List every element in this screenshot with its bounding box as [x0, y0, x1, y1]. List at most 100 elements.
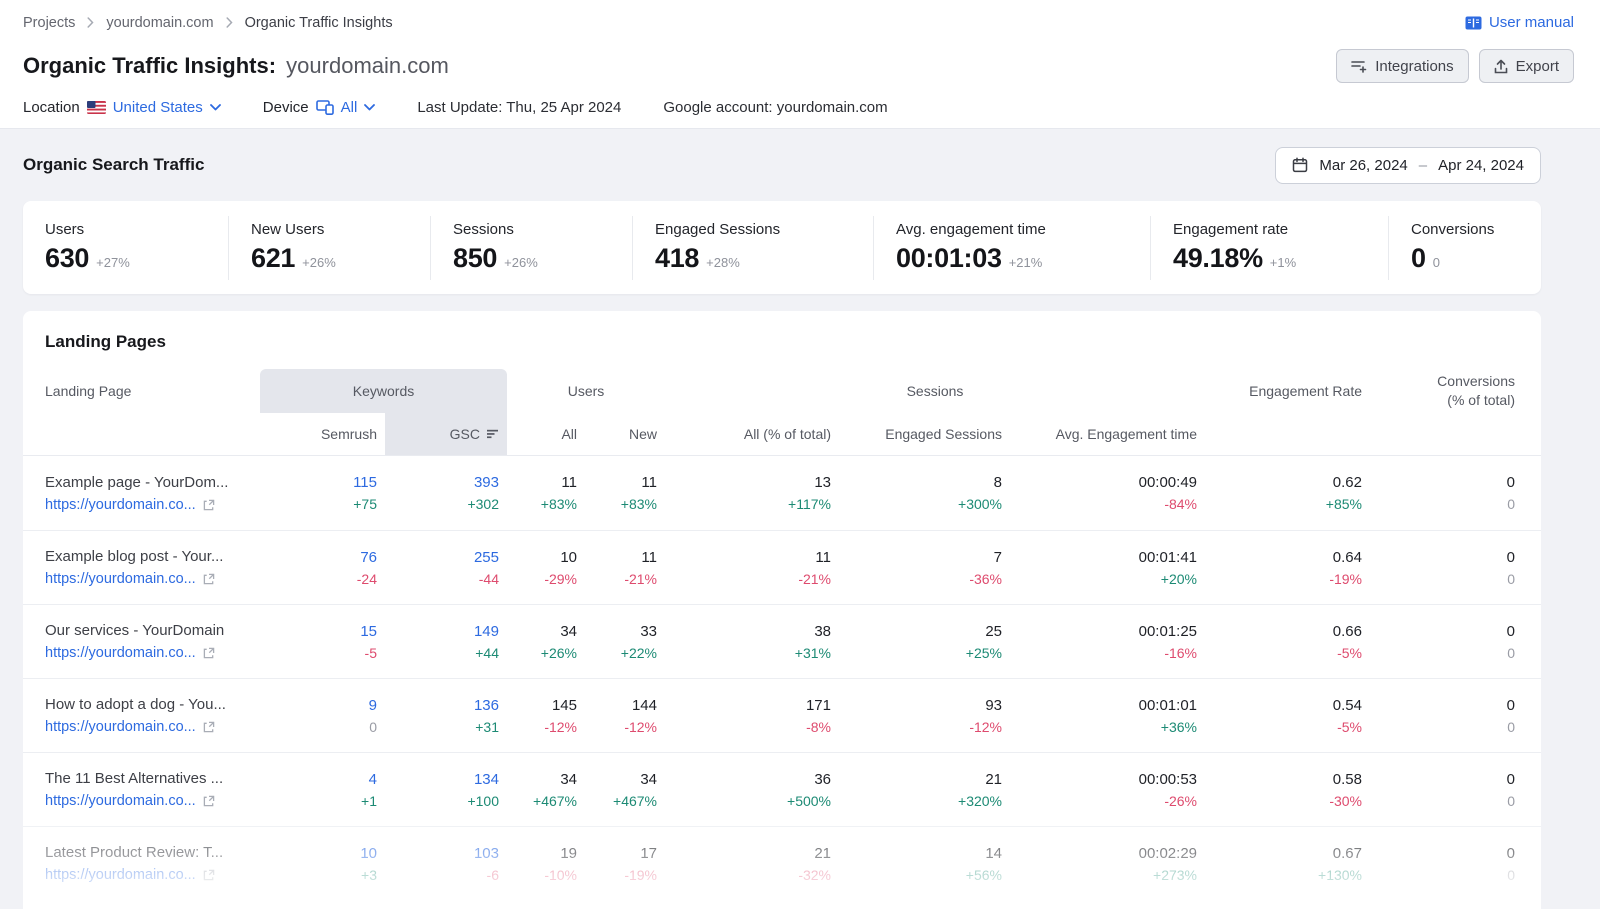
- landing-page-title: Example page - YourDom...: [45, 474, 260, 491]
- metric-delta: +28%: [706, 255, 740, 270]
- cell-delta: -32%: [798, 867, 831, 883]
- column-header-users[interactable]: Users: [507, 369, 665, 413]
- cell-delta: -8%: [806, 719, 831, 735]
- keyword-count-link[interactable]: 103: [474, 845, 499, 862]
- cell-delta: 0: [1507, 867, 1515, 883]
- device-filter[interactable]: Device All: [263, 99, 376, 116]
- metric-label: Conversions: [1411, 221, 1541, 238]
- cell-delta: -12%: [624, 719, 657, 735]
- keyword-count-link[interactable]: 255: [474, 549, 499, 566]
- keyword-count-link[interactable]: 76: [360, 549, 377, 566]
- landing-page-title: Our services - YourDomain: [45, 622, 260, 639]
- cell-landing-page: Example page - YourDom... https://yourdom…: [23, 456, 260, 530]
- export-button[interactable]: Export: [1479, 49, 1574, 83]
- date-range-start: Mar 26, 2024: [1319, 157, 1407, 174]
- external-link-icon[interactable]: [203, 721, 215, 733]
- location-filter[interactable]: Location United States: [23, 99, 221, 116]
- column-header-avg-engagement-time[interactable]: Avg. Engagement time: [1010, 413, 1205, 455]
- column-header-semrush[interactable]: Semrush: [260, 413, 385, 455]
- date-range-separator: –: [1419, 157, 1427, 174]
- date-range-picker[interactable]: Mar 26, 2024 – Apr 24, 2024: [1275, 147, 1541, 184]
- keyword-count-link[interactable]: 393: [474, 474, 499, 491]
- cell-gsc: 134+100: [385, 753, 507, 826]
- keyword-count-link[interactable]: 134: [474, 771, 499, 788]
- integrations-button[interactable]: Integrations: [1336, 49, 1468, 83]
- cell-sessions-all: 38+31%: [665, 605, 839, 678]
- cell-value: 00:01:01: [1139, 697, 1197, 714]
- metric-value: 0: [1411, 243, 1426, 274]
- cell-value: 0: [1507, 697, 1515, 714]
- cell-value: 00:00:49: [1139, 474, 1197, 491]
- keyword-count-link[interactable]: 10: [360, 845, 377, 862]
- cell-delta: +83%: [621, 496, 657, 512]
- cell-delta: +273%: [1153, 867, 1197, 883]
- external-link-icon[interactable]: [203, 499, 215, 511]
- cell-delta: +31: [475, 719, 499, 735]
- column-header-engagement-rate[interactable]: Engagement Rate: [1205, 369, 1370, 413]
- cell-value: 0: [1507, 771, 1515, 788]
- breadcrumb-domain[interactable]: yourdomain.com: [106, 15, 213, 31]
- external-link-icon[interactable]: [203, 795, 215, 807]
- keyword-count-link[interactable]: 9: [369, 697, 377, 714]
- cell-engaged-sessions: 8+300%: [839, 456, 1010, 530]
- breadcrumb-projects[interactable]: Projects: [23, 15, 75, 31]
- metric-value: 630: [45, 243, 89, 274]
- cell-value: 34: [560, 623, 577, 640]
- conversions-header-line1: Conversions: [1437, 373, 1515, 389]
- cell-landing-page: Example blog post - Your...https://yourd…: [23, 531, 260, 604]
- metric-engaged-sessions: Engaged Sessions 418+28%: [632, 216, 873, 280]
- column-header-engaged-sessions[interactable]: Engaged Sessions: [839, 413, 1010, 455]
- column-header-conversions[interactable]: Conversions (% of total): [1370, 369, 1541, 413]
- cell-semrush: 90: [260, 679, 385, 752]
- cell-delta: +44: [475, 645, 499, 661]
- column-header-users-all[interactable]: All: [507, 413, 585, 455]
- column-header-sessions[interactable]: Sessions: [665, 369, 1205, 413]
- landing-page-url[interactable]: https://yourdomain.co...: [45, 719, 196, 735]
- landing-page-url[interactable]: https://yourdomain.co...: [45, 867, 196, 883]
- cell-delta: 0: [1507, 496, 1515, 512]
- keyword-count-link[interactable]: 15: [360, 623, 377, 640]
- cell-value: 25: [985, 623, 1002, 640]
- cell-delta: +83%: [541, 496, 577, 512]
- column-header-sessions-all[interactable]: All (% of total): [665, 413, 839, 455]
- cell-delta: +56%: [966, 867, 1002, 883]
- external-link-icon[interactable]: [203, 573, 215, 585]
- metric-value: 621: [251, 243, 295, 274]
- keyword-count-link[interactable]: 149: [474, 623, 499, 640]
- cell-value: 0.54: [1333, 697, 1362, 714]
- cell-delta: +31%: [795, 645, 831, 661]
- metric-label: Engaged Sessions: [655, 221, 873, 238]
- cell-gsc: 393+302: [385, 456, 507, 530]
- cell-value: 33: [640, 623, 657, 640]
- landing-page-url[interactable]: https://yourdomain.co...: [45, 645, 196, 661]
- landing-page-url[interactable]: https://yourdomain.co...: [45, 793, 196, 809]
- external-link-icon[interactable]: [203, 647, 215, 659]
- landing-page-url[interactable]: https://yourdomain.co...: [45, 497, 196, 513]
- cell-delta: -19%: [1329, 571, 1362, 587]
- landing-pages-title: Landing Pages: [23, 311, 1541, 369]
- keyword-count-link[interactable]: 115: [353, 474, 377, 491]
- column-header-gsc[interactable]: GSC: [385, 413, 507, 455]
- keyword-count-link[interactable]: 136: [474, 697, 499, 714]
- cell-value: 10: [560, 549, 577, 566]
- cell-delta: -44: [479, 571, 499, 587]
- cell-delta: +25%: [966, 645, 1002, 661]
- column-header-keywords[interactable]: Keywords: [260, 369, 507, 413]
- page-title-domain: yourdomain.com: [286, 53, 449, 78]
- metric-delta: +1%: [1270, 255, 1296, 270]
- cell-value: 34: [640, 771, 657, 788]
- keyword-count-link[interactable]: 4: [369, 771, 377, 788]
- landing-page-url[interactable]: https://yourdomain.co...: [45, 571, 196, 587]
- user-manual-link[interactable]: User manual: [1465, 14, 1574, 31]
- cell-delta: +320%: [958, 793, 1002, 809]
- external-link-icon[interactable]: [203, 869, 215, 881]
- table-group-header: Landing Page Keywords Users Sessions Eng…: [23, 369, 1541, 413]
- cell-users-all: 19-10%: [507, 827, 585, 900]
- column-header-users-new[interactable]: New: [585, 413, 665, 455]
- cell-users-all: 145-12%: [507, 679, 585, 752]
- metric-delta: +27%: [96, 255, 130, 270]
- cell-delta: 0: [1507, 719, 1515, 735]
- cell-delta: +36%: [1161, 719, 1197, 735]
- column-header-landing-page[interactable]: Landing Page: [23, 369, 260, 413]
- cell-gsc: 136+31: [385, 679, 507, 752]
